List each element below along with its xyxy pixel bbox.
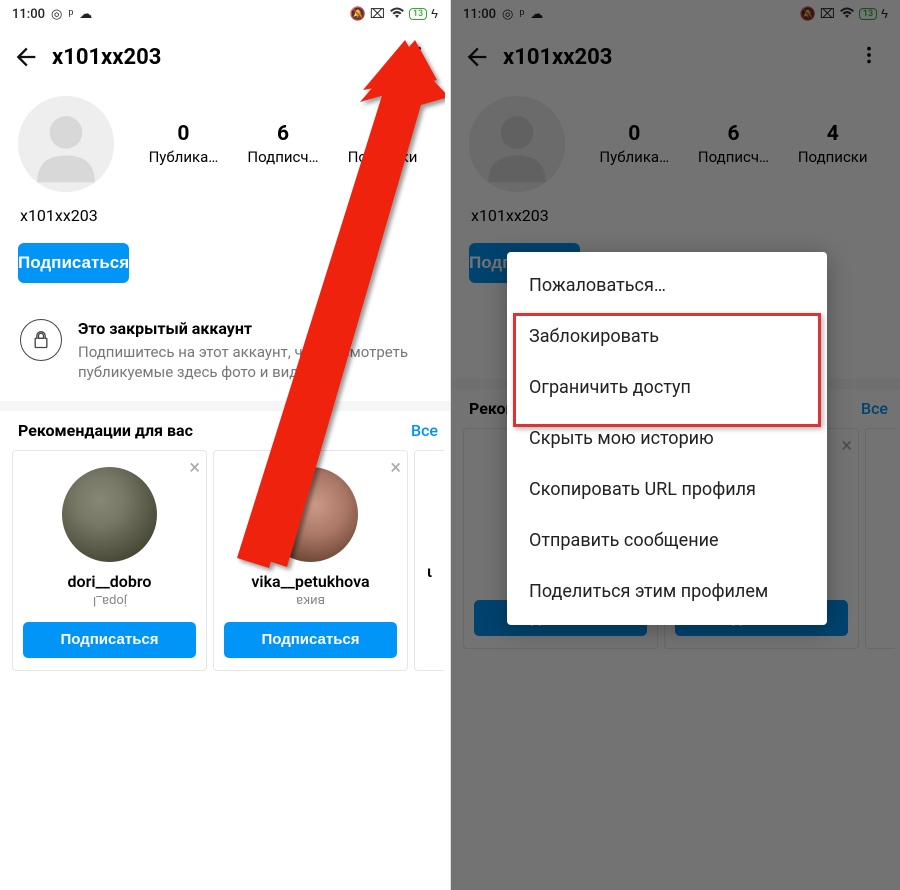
app-header: x101xx203 [451, 28, 900, 86]
profile-top-section: 0 Публика… 6 Подписч… 4 Подписки [0, 86, 450, 200]
private-desc: Подпишитесь на этот аккаунт, чтобы смотр… [78, 342, 430, 383]
recommendations-list: × dori__dobro jopa_l Подписаться × vika_… [0, 450, 450, 671]
p-icon: ᵖ [519, 8, 524, 21]
mute-icon: 🔕 [350, 8, 366, 21]
status-time: 11:00 [12, 7, 45, 22]
charging-icon: ϟ [881, 8, 888, 21]
recommendation-username[interactable]: vika__petukhova [251, 572, 369, 591]
profile-display-name: x101xx203 [0, 200, 450, 239]
private-account-notice: Это закрытый аккаунт Подпишитесь на этот… [0, 301, 450, 401]
profile-avatar[interactable] [469, 96, 565, 192]
screenshot-right: 11:00 ◎ ᵖ ☁ 🔕 ⌧ 13 ϟ x101xx203 [450, 0, 900, 890]
profile-top-section: 0 Публика… 6 Подписч… 4 Подписки [451, 86, 900, 200]
recommendation-card-partial [865, 428, 895, 649]
stat-followers[interactable]: 6 Подписч… [698, 122, 769, 166]
box-x-icon: ⌧ [370, 8, 385, 21]
close-icon[interactable]: × [189, 455, 200, 479]
recommendations-title: Рекомендации для вас [18, 421, 193, 440]
context-menu: Пожаловаться… Заблокировать Ограничить д… [507, 252, 827, 625]
see-all-link[interactable]: Все [861, 399, 888, 418]
recommendation-avatar[interactable] [263, 467, 358, 562]
header-username: x101xx203 [503, 45, 850, 70]
close-icon[interactable]: × [841, 433, 852, 457]
recommendation-follow-button[interactable]: Подписаться [224, 622, 397, 658]
battery-indicator: 13 [409, 8, 427, 20]
back-button[interactable] [12, 43, 44, 71]
app-header: x101xx203 [0, 28, 450, 86]
recommendation-sub: вика [296, 593, 325, 608]
p-icon: ᵖ [68, 8, 73, 21]
cloud-icon: ☁ [530, 8, 543, 21]
recommendation-card: × vika__petukhova вика Подписаться [213, 450, 408, 671]
instagram-icon: ◎ [51, 8, 62, 21]
see-all-link[interactable]: Все [411, 421, 438, 440]
wifi-icon [389, 7, 405, 22]
follow-button[interactable]: Подписаться [18, 243, 129, 283]
cloud-icon: ☁ [79, 8, 92, 21]
close-icon[interactable]: × [390, 455, 401, 479]
instagram-icon: ◎ [502, 8, 513, 21]
section-separator [0, 401, 450, 411]
recommendation-card-partial: ι [414, 450, 444, 671]
status-bar: 11:00 ◎ ᵖ ☁ 🔕 ⌧ 13 ϟ [451, 0, 900, 28]
stat-followers[interactable]: 6 Подписч… [247, 122, 318, 166]
screenshot-left: 11:00 ◎ ᵖ ☁ 🔕 ⌧ 13 ϟ x101xx203 [0, 0, 450, 890]
recommendation-sub: jopa_l [93, 593, 127, 608]
menu-hide-story[interactable]: Скрыть мою историю [507, 413, 827, 464]
menu-report[interactable]: Пожаловаться… [507, 260, 827, 311]
menu-send-message[interactable]: Отправить сообщение [507, 515, 827, 566]
mute-icon: 🔕 [800, 8, 816, 21]
private-title: Это закрытый аккаунт [78, 319, 430, 338]
status-bar: 11:00 ◎ ᵖ ☁ 🔕 ⌧ 13 ϟ [0, 0, 450, 28]
recommendations-header: Рекомендации для вас Все [0, 411, 450, 450]
stat-posts[interactable]: 0 Публика… [599, 122, 669, 166]
stat-posts[interactable]: 0 Публика… [149, 122, 219, 166]
menu-block[interactable]: Заблокировать [507, 311, 827, 362]
lock-icon [20, 319, 62, 361]
profile-avatar[interactable] [18, 96, 114, 192]
stat-following[interactable]: 4 Подписки [348, 122, 418, 166]
menu-copy-url[interactable]: Скопировать URL профиля [507, 464, 827, 515]
status-time: 11:00 [463, 7, 496, 22]
recommendation-avatar[interactable] [62, 467, 157, 562]
wifi-icon [839, 7, 855, 22]
box-x-icon: ⌧ [820, 8, 835, 21]
menu-share-profile[interactable]: Поделиться этим профилем [507, 566, 827, 617]
more-options-button[interactable] [850, 36, 888, 78]
stat-following[interactable]: 4 Подписки [798, 122, 868, 166]
battery-indicator: 13 [859, 8, 877, 20]
more-options-button[interactable] [400, 36, 438, 78]
menu-restrict[interactable]: Ограничить доступ [507, 362, 827, 413]
profile-display-name: x101xx203 [451, 200, 900, 239]
recommendation-username[interactable]: dori__dobro [68, 572, 152, 591]
recommendation-card: × dori__dobro jopa_l Подписаться [12, 450, 207, 671]
header-username: x101xx203 [52, 45, 400, 70]
recommendation-follow-button[interactable]: Подписаться [23, 622, 196, 658]
back-button[interactable] [463, 43, 495, 71]
charging-icon: ϟ [431, 8, 438, 21]
